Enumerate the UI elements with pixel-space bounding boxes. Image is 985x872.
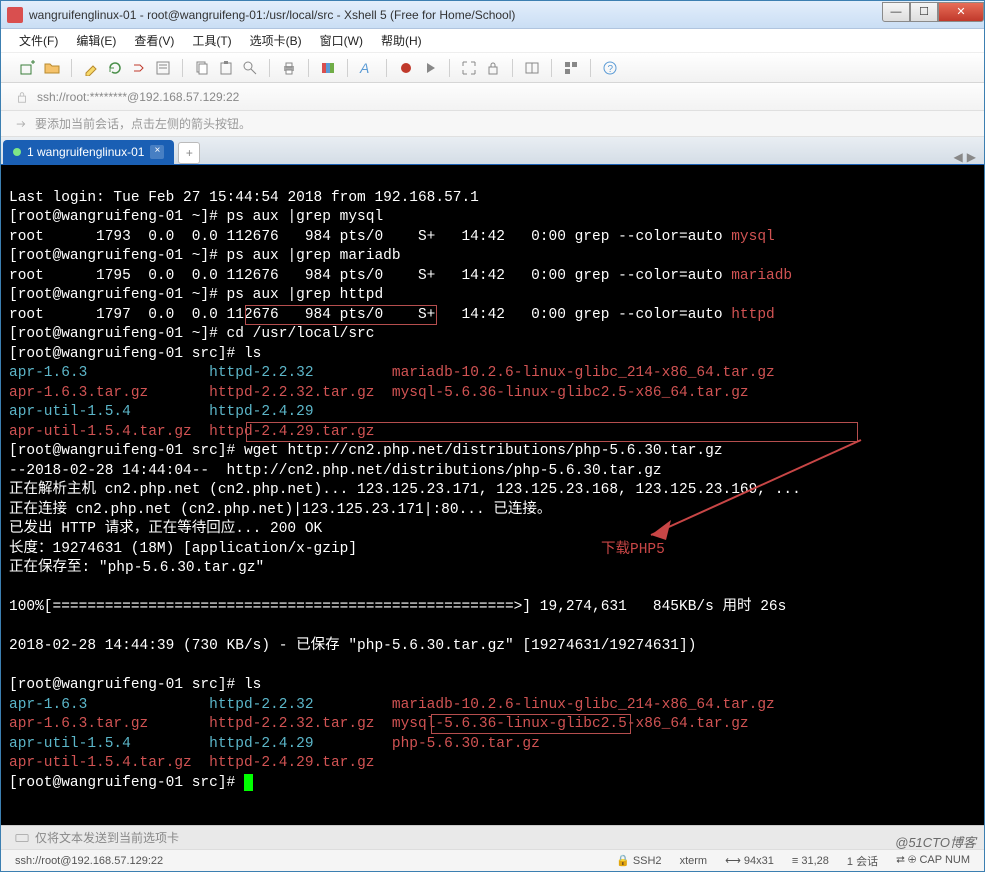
term-line: apr-util-1.5.4 httpd-2.4.29 [9, 404, 314, 420]
lock-icon [15, 90, 29, 104]
new-terminal-icon[interactable] [19, 59, 37, 77]
term-line: [root@wangruifeng-01 src]# ls [9, 346, 261, 362]
terminal[interactable]: Last login: Tue Feb 27 15:44:54 2018 fro… [1, 165, 984, 825]
term-line: apr-util-1.5.4.tar.gz httpd-2.4.29.tar.g… [9, 755, 374, 771]
menu-window[interactable]: 窗口(W) [320, 32, 363, 49]
close-button[interactable]: ✕ [938, 2, 984, 22]
term-line: [root@wangruifeng-01 ~]# ps aux |grep ht… [9, 287, 383, 303]
highlight-icon[interactable] [82, 59, 100, 77]
session-tab[interactable]: 1 wangruifenglinux-01 × [3, 140, 174, 164]
arrow-icon [15, 117, 29, 131]
term-line: 长度：19274631 (18M) [application/x-gzip] [9, 541, 357, 557]
menu-tools[interactable]: 工具(T) [192, 32, 231, 49]
term-line: root 1795 0.0 0.0 112676 984 pts/0 S+ 14… [9, 268, 792, 284]
reconnect-icon[interactable] [106, 59, 124, 77]
disconnect-icon[interactable] [130, 59, 148, 77]
address-text[interactable]: ssh://root:********@192.168.57.129:22 [37, 90, 239, 104]
term-line: root 1793 0.0 0.0 112676 984 pts/0 S+ 14… [9, 229, 775, 245]
keyboard-icon [15, 831, 29, 845]
menu-edit[interactable]: 编辑(E) [76, 32, 116, 49]
term-line: [root@wangruifeng-01 ~]# cd /usr/local/s… [9, 326, 374, 342]
hint-text: 要添加当前会话，点击左侧的箭头按钮。 [35, 115, 251, 132]
menu-tabs[interactable]: 选项卡(B) [250, 32, 302, 49]
term-line: apr-util-1.5.4.tar.gz httpd-2.4.29.tar.g… [9, 424, 374, 440]
svg-text:A: A [359, 60, 369, 76]
cursor [244, 774, 253, 791]
fullscreen-icon[interactable] [460, 59, 478, 77]
term-line: [root@wangruifeng-01 src]# ls [9, 677, 261, 693]
app-window: wangruifenglinux-01 - root@wangruifeng-0… [0, 0, 985, 872]
app-icon [7, 7, 23, 23]
search-icon[interactable] [241, 59, 259, 77]
term-line: Last login: Tue Feb 27 15:44:54 2018 fro… [9, 190, 479, 206]
tab-prev-icon[interactable]: ◀ [954, 150, 963, 164]
term-line: 2018-02-28 14:44:39 (730 KB/s) - 已保存 "ph… [9, 638, 696, 654]
term-line: apr-1.6.3 httpd-2.2.32 mariadb-10.2.6-li… [9, 365, 775, 381]
annotation-label: 下载PHP5 [601, 541, 665, 561]
maximize-button[interactable]: ☐ [910, 2, 938, 22]
menu-view[interactable]: 查看(V) [134, 32, 174, 49]
svg-text:?: ? [608, 64, 614, 75]
script-record-icon[interactable] [397, 59, 415, 77]
status-ssh: 🔒 SSH2 [616, 854, 662, 867]
term-line: apr-1.6.3.tar.gz httpd-2.2.32.tar.gz mys… [9, 385, 749, 401]
tab-next-icon[interactable]: ▶ [967, 150, 976, 164]
menu-file[interactable]: 文件(F) [19, 32, 58, 49]
term-line: root 1797 0.0 0.0 112676 984 pts/0 S+ 14… [9, 307, 775, 323]
menubar: 文件(F) 编辑(E) 查看(V) 工具(T) 选项卡(B) 窗口(W) 帮助(… [1, 29, 984, 53]
term-line: apr-util-1.5.4 httpd-2.4.29 php-5.6.30.t… [9, 736, 540, 752]
toolbar: A ? [1, 53, 984, 83]
tabstrip: 1 wangruifenglinux-01 × + ◀ ▶ [1, 137, 984, 165]
hint-bar: 要添加当前会话，点击左侧的箭头按钮。 [1, 111, 984, 137]
statusbar: ssh://root@192.168.57.129:22 🔒 SSH2 xter… [1, 849, 984, 871]
term-line: 已发出 HTTP 请求，正在等待回应... 200 OK [9, 521, 322, 537]
term-line: [root@wangruifeng-01 src]# [9, 775, 253, 791]
term-line: 正在连接 cn2.php.net (cn2.php.net)|123.125.2… [9, 502, 551, 518]
status-term: xterm [680, 855, 708, 867]
term-line: 100%[===================================… [9, 599, 812, 615]
add-tab-button[interactable]: + [178, 142, 200, 164]
send-bar[interactable]: 仅将文本发送到当前选项卡 [1, 825, 984, 849]
send-text: 仅将文本发送到当前选项卡 [35, 829, 179, 846]
print-icon[interactable] [280, 59, 298, 77]
term-line: 正在解析主机 cn2.php.net (cn2.php.net)... 123.… [9, 482, 801, 498]
status-dot-icon [13, 148, 21, 156]
split-icon[interactable] [523, 59, 541, 77]
open-folder-icon[interactable] [43, 59, 61, 77]
session-list-icon[interactable] [562, 59, 580, 77]
color-icon[interactable] [319, 59, 337, 77]
status-path: ssh://root@192.168.57.129:22 [15, 855, 598, 867]
lock-icon[interactable] [484, 59, 502, 77]
window-title: wangruifenglinux-01 - root@wangruifeng-0… [29, 8, 882, 22]
term-line: apr-1.6.3.tar.gz httpd-2.2.32.tar.gz mys… [9, 716, 749, 732]
menu-help[interactable]: 帮助(H) [381, 32, 422, 49]
term-line: [root@wangruifeng-01 src]# wget http://c… [9, 443, 723, 459]
paste-icon[interactable] [217, 59, 235, 77]
address-bar: ssh://root:********@192.168.57.129:22 [1, 83, 984, 111]
help-icon[interactable]: ? [601, 59, 619, 77]
close-tab-icon[interactable]: × [150, 145, 164, 159]
minimize-button[interactable]: — [882, 2, 910, 22]
term-line: [root@wangruifeng-01 ~]# ps aux |grep my… [9, 209, 383, 225]
term-line: apr-1.6.3 httpd-2.2.32 mariadb-10.2.6-li… [9, 697, 775, 713]
status-pos: ≡ 31,28 [792, 855, 829, 867]
tab-label: 1 wangruifenglinux-01 [27, 145, 144, 159]
status-size: ⟷ 94x31 [725, 854, 774, 867]
font-icon[interactable]: A [358, 59, 376, 77]
status-indicators: ⮂ ⊕ CAP NUM [896, 854, 970, 867]
status-sessions: 1 会话 [847, 853, 878, 869]
script-play-icon[interactable] [421, 59, 439, 77]
term-line: --2018-02-28 14:44:04-- http://cn2.php.n… [9, 463, 662, 479]
term-line: 正在保存至: "php-5.6.30.tar.gz" [9, 560, 264, 576]
properties-icon[interactable] [154, 59, 172, 77]
titlebar[interactable]: wangruifenglinux-01 - root@wangruifeng-0… [1, 1, 984, 29]
term-line: [root@wangruifeng-01 ~]# ps aux |grep ma… [9, 248, 401, 264]
copy-icon[interactable] [193, 59, 211, 77]
